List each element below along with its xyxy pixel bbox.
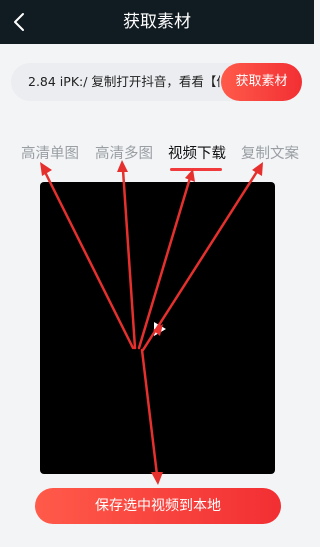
app-header: 获取素材 <box>0 0 314 44</box>
tab-hd-multi-image[interactable]: 高清多图 <box>95 144 153 164</box>
share-link-input[interactable]: 2.84 iPK:/ 复制打开抖音，看看【倪好 <box>28 63 220 101</box>
play-icon[interactable] <box>150 320 168 338</box>
active-tab-indicator <box>170 168 222 171</box>
page-title: 获取素材 <box>123 12 191 32</box>
tab-copy-text[interactable]: 复制文案 <box>241 144 299 164</box>
save-video-button[interactable]: 保存选中视频到本地 <box>35 488 281 524</box>
tab-hd-single-image[interactable]: 高清单图 <box>21 144 79 164</box>
tab-video-download[interactable]: 视频下载 <box>168 144 226 164</box>
annotation-arrowhead <box>252 162 263 176</box>
fetch-material-button[interactable]: 获取素材 <box>221 63 302 101</box>
annotation-arrowhead <box>40 162 52 176</box>
